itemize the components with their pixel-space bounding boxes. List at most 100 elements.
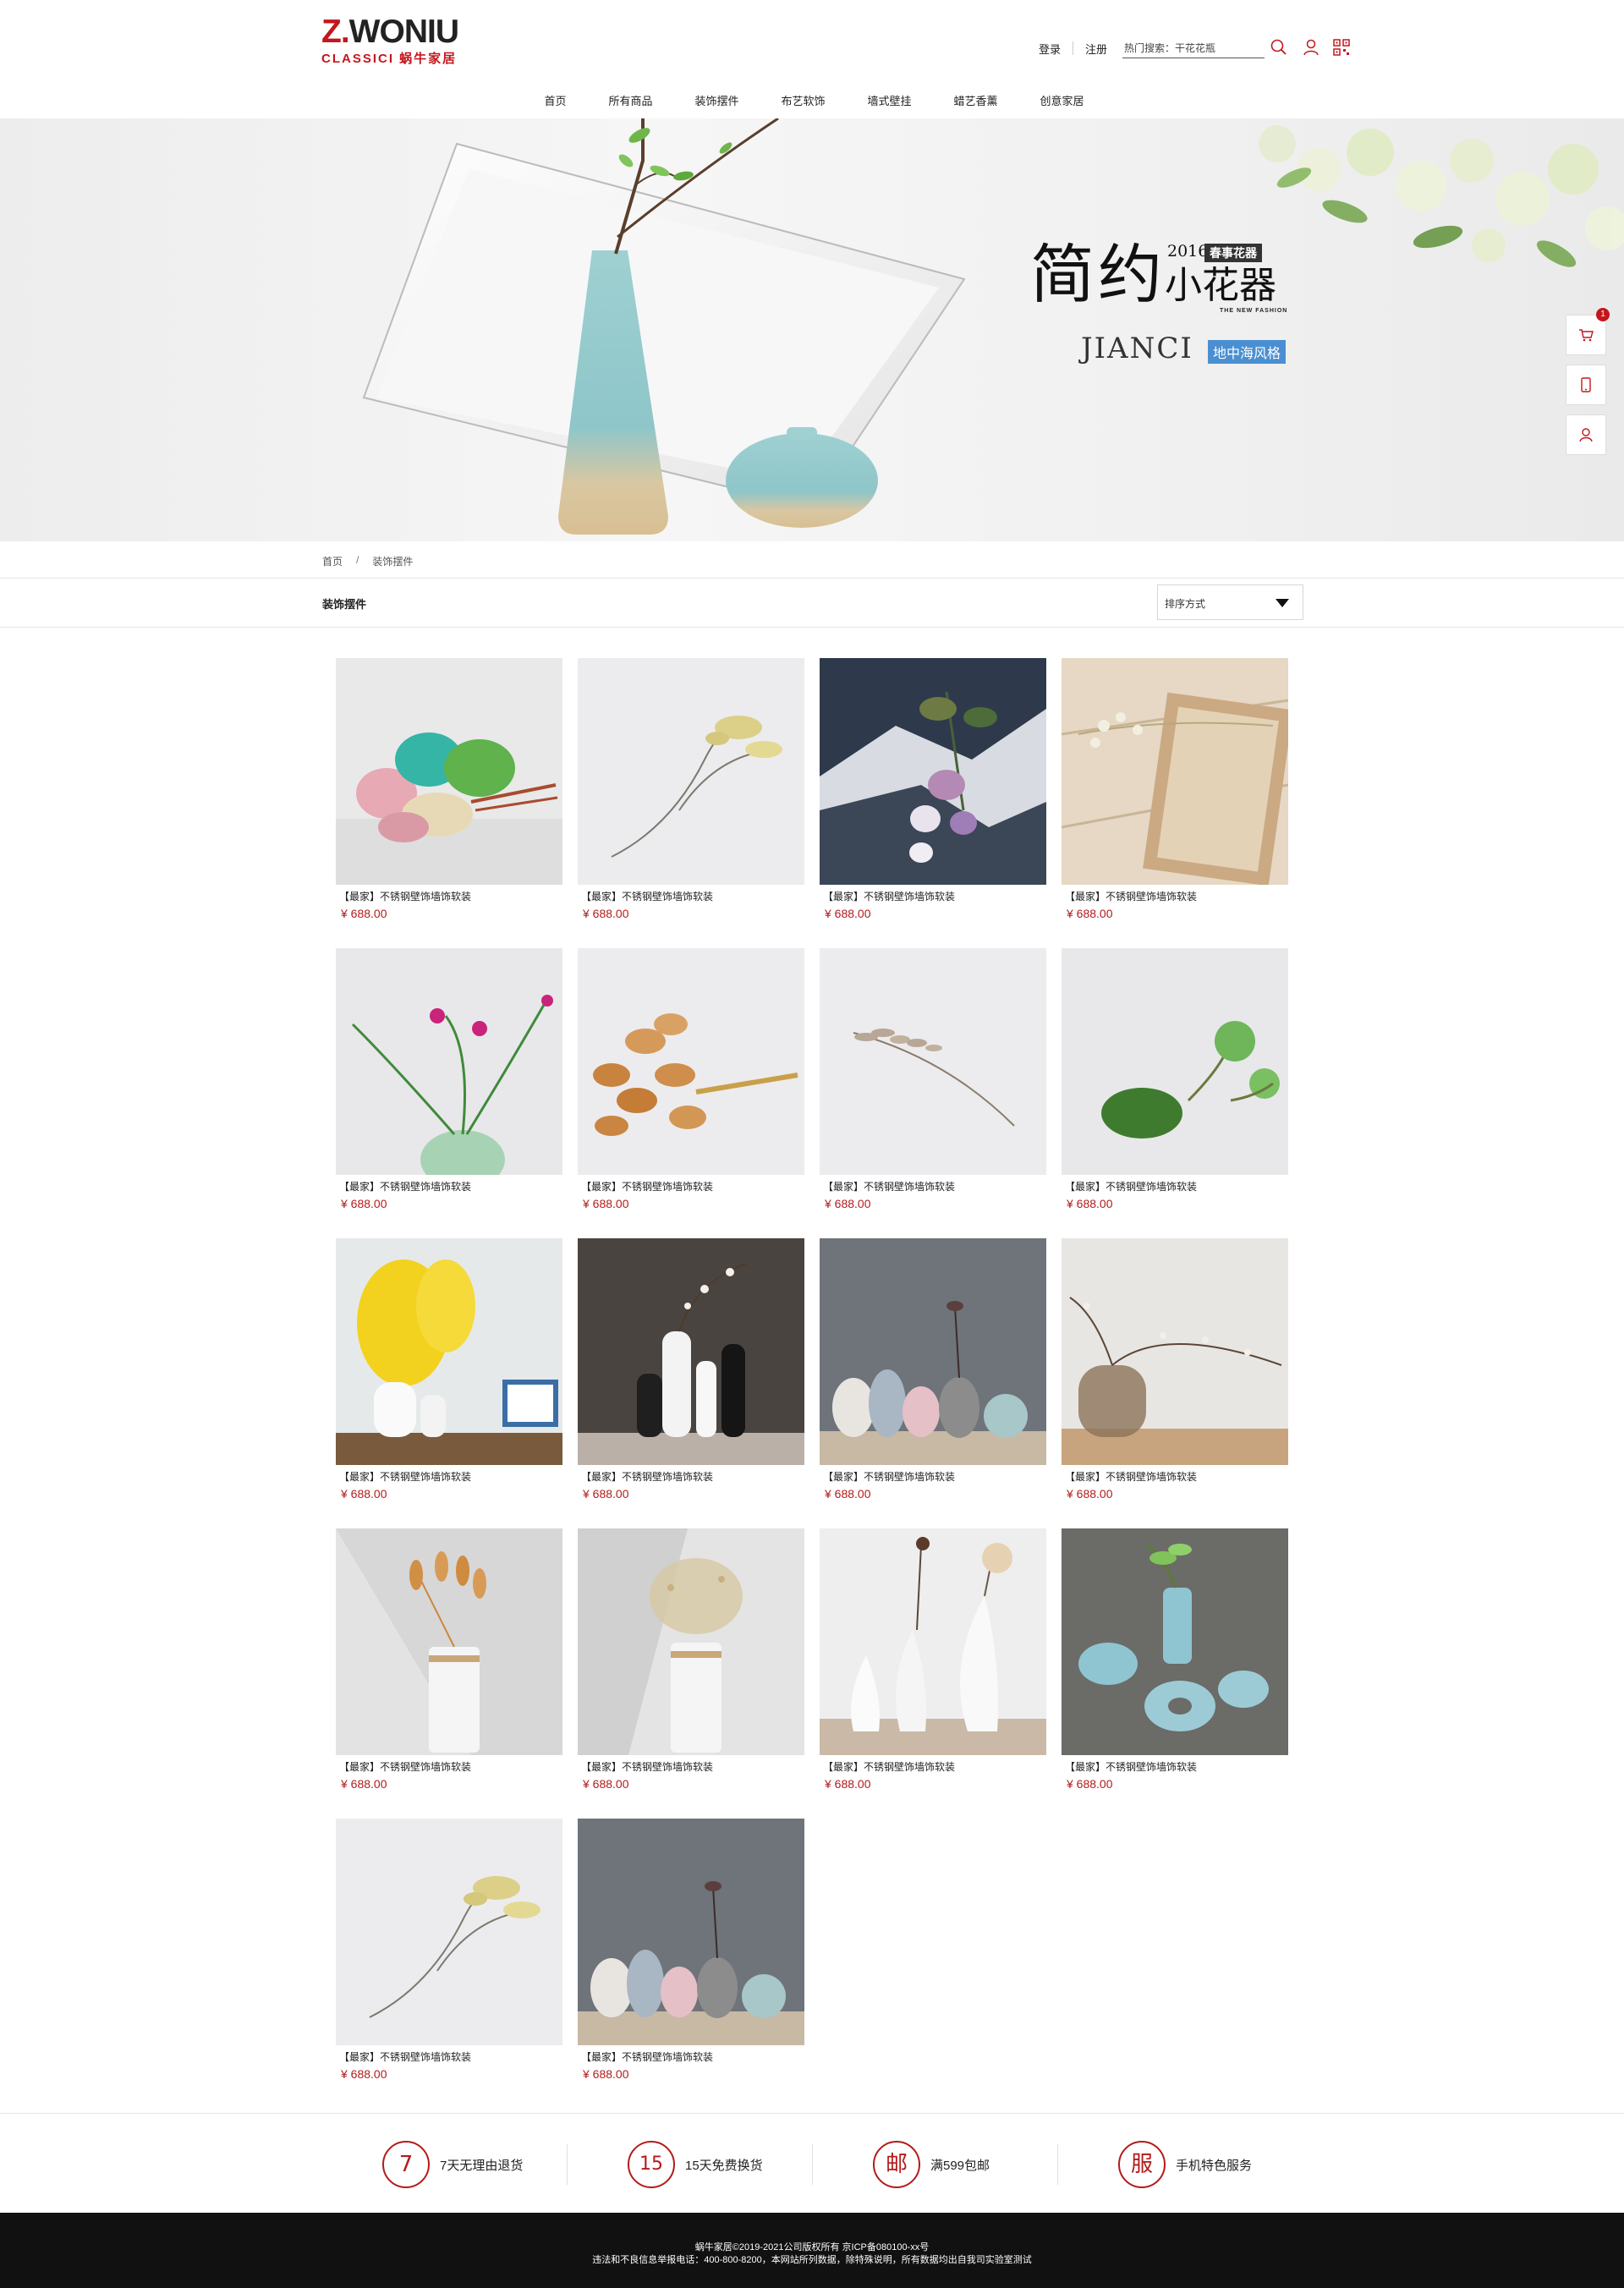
product-card[interactable]: 【最家】不锈钢壁饰墙饰软装 ¥ 688.00 [1062,948,1288,1219]
product-card[interactable]: 【最家】不锈钢壁饰墙饰软装 ¥ 688.00 [336,948,562,1219]
site-logo[interactable]: Z.WONIU CLASSICI 蜗牛家居 [321,15,474,69]
cart-icon [1579,329,1594,342]
product-card[interactable]: 【最家】不锈钢壁饰墙饰软装 ¥ 688.00 [336,658,562,929]
product-card[interactable]: 【最家】不锈钢壁饰墙饰软装 ¥ 688.00 [578,1819,804,2089]
product-image[interactable] [336,1528,562,1755]
product-image[interactable] [820,1238,1046,1465]
product-card[interactable]: 【最家】不锈钢壁饰墙饰软装 ¥ 688.00 [820,658,1046,929]
product-image[interactable] [336,1819,562,2045]
product-name[interactable]: 【最家】不锈钢壁饰墙饰软装 [823,889,955,903]
side-mobile-button[interactable] [1566,365,1606,405]
filter-bar: 装饰摆件 排序方式 [0,579,1624,628]
nav-textile[interactable]: 布艺软饰 [781,90,825,113]
user-icon [1579,428,1593,442]
banner-vase-illustration [362,118,1624,535]
service-mobile[interactable]: 服 手机特色服务 [1118,2141,1252,2188]
product-card[interactable]: 【最家】不锈钢壁饰墙饰软装 ¥ 688.00 [336,1528,562,1799]
product-name[interactable]: 【最家】不锈钢壁饰墙饰软装 [581,889,713,903]
product-name[interactable]: 【最家】不锈钢壁饰墙饰软装 [823,1469,955,1484]
white-vase-dried-image [578,1528,804,1755]
product-image[interactable] [578,658,804,885]
product-price: ¥ 688.00 [1067,907,1113,920]
dried-yellow-sprig-image [336,1819,562,2045]
product-name[interactable]: 【最家】不锈钢壁饰墙饰软装 [1065,1759,1197,1774]
breadcrumb-home[interactable]: 首页 [322,554,343,568]
hero-banner[interactable]: 简约 2016 春事花器 小花器 THE NEW FASHION JIANCI … [0,118,1624,541]
product-image[interactable] [578,1819,804,2045]
product-card[interactable]: 【最家】不锈钢壁饰墙饰软装 ¥ 688.00 [1062,1238,1288,1509]
product-card[interactable]: 【最家】不锈钢壁饰墙饰软装 ¥ 688.00 [820,948,1046,1219]
search-input[interactable] [1122,41,1234,54]
product-name[interactable]: 【最家】不锈钢壁饰墙饰软装 [1065,889,1197,903]
nav-decor[interactable]: 装饰摆件 [694,90,738,113]
service-label: 15天免费换货 [685,2158,763,2173]
product-card[interactable]: 【最家】不锈钢壁饰墙饰软装 ¥ 688.00 [578,1238,804,1509]
product-image[interactable] [1062,948,1288,1175]
product-name[interactable]: 【最家】不锈钢壁饰墙饰软装 [823,1759,955,1774]
product-image[interactable] [1062,658,1288,885]
service-shipping[interactable]: 邮 满599包邮 [873,2141,990,2188]
product-name[interactable]: 【最家】不锈钢壁饰墙饰软装 [581,1759,713,1774]
product-card[interactable]: 【最家】不锈钢壁饰墙饰软装 ¥ 688.00 [336,1819,562,2089]
main-nav: 首页 所有商品 装饰摆件 布艺软饰 墙式壁挂 蜡艺香薰 创意家居 [0,90,1624,113]
service-exchange[interactable]: 15 15天免费换货 [628,2141,763,2188]
product-name[interactable]: 【最家】不锈钢壁饰墙饰软装 [581,1469,713,1484]
product-card[interactable]: 【最家】不锈钢壁饰墙饰软装 ¥ 688.00 [820,1238,1046,1509]
mobile-icon [1581,377,1591,392]
product-image[interactable] [336,1238,562,1465]
product-image[interactable] [820,1528,1046,1755]
product-card[interactable]: 【最家】不锈钢壁饰墙饰软装 ¥ 688.00 [336,1238,562,1509]
nav-wall[interactable]: 墙式壁挂 [868,90,912,113]
product-card[interactable]: 【最家】不锈钢壁饰墙饰软装 ¥ 688.00 [1062,658,1288,929]
breadcrumb-current[interactable]: 装饰摆件 [372,554,413,568]
product-card[interactable]: 【最家】不锈钢壁饰墙饰软装 ¥ 688.00 [578,658,804,929]
product-price: ¥ 688.00 [583,1487,629,1501]
product-image[interactable] [578,1528,804,1755]
product-name[interactable]: 【最家】不锈钢壁饰墙饰软装 [581,1179,713,1193]
chevron-down-icon [1276,599,1289,607]
qr-code-icon[interactable] [1332,38,1351,57]
register-link[interactable]: 注册 [1085,41,1107,57]
product-image[interactable] [578,948,804,1175]
product-card[interactable]: 【最家】不锈钢壁饰墙饰软装 ¥ 688.00 [578,948,804,1219]
product-name[interactable]: 【最家】不锈钢壁饰墙饰软装 [339,889,471,903]
product-card[interactable]: 【最家】不锈钢壁饰墙饰软装 ¥ 688.00 [578,1528,804,1799]
banner-title: 简约 [1030,237,1166,312]
nav-creative[interactable]: 创意家居 [1040,90,1084,113]
nav-home[interactable]: 首页 [544,90,566,113]
product-image[interactable] [1062,1238,1288,1465]
side-user-button[interactable] [1566,414,1606,455]
product-image[interactable] [336,658,562,885]
product-name[interactable]: 【最家】不锈钢壁饰墙饰软装 [339,1469,471,1484]
product-name[interactable]: 【最家】不锈钢壁饰墙饰软装 [339,1179,471,1193]
product-name[interactable]: 【最家】不锈钢壁饰墙饰软装 [1065,1179,1197,1193]
login-link[interactable]: 登录 [1039,41,1061,57]
product-name[interactable]: 【最家】不锈钢壁饰墙饰软装 [1065,1469,1197,1484]
service-return[interactable]: 7 7天无理由退货 [382,2141,523,2188]
product-name[interactable]: 【最家】不锈钢壁饰墙饰软装 [581,2049,713,2064]
product-image[interactable] [1062,1528,1288,1755]
breadcrumb-separator: / [356,554,359,566]
product-price: ¥ 688.00 [825,1197,871,1210]
product-name[interactable]: 【最家】不锈钢壁饰墙饰软装 [339,1759,471,1774]
product-image[interactable] [336,948,562,1175]
ceramic-vase-group-image [578,1819,804,2045]
product-card[interactable]: 【最家】不锈钢壁饰墙饰软装 ¥ 688.00 [820,1528,1046,1799]
search-icon[interactable] [1270,38,1288,57]
product-name[interactable]: 【最家】不锈钢壁饰墙饰软装 [339,2049,471,2064]
pink-flowers-green-vase-image [336,948,562,1175]
side-cart-button[interactable]: 1 [1566,308,1610,355]
product-card[interactable]: 【最家】不锈钢壁饰墙饰软装 ¥ 688.00 [1062,1528,1288,1799]
nav-candle[interactable]: 蜡艺香薰 [954,90,998,113]
exchange-icon: 15 [628,2141,675,2188]
banner-brand-word: JIANCI [1081,332,1193,365]
product-price: ¥ 688.00 [583,2067,629,2081]
product-name[interactable]: 【最家】不锈钢壁饰墙饰软装 [823,1179,955,1193]
product-price: ¥ 688.00 [583,1197,629,1210]
product-image[interactable] [820,948,1046,1175]
product-image[interactable] [578,1238,804,1465]
nav-all-products[interactable]: 所有商品 [608,90,652,113]
user-icon[interactable] [1302,38,1320,57]
sort-dropdown[interactable]: 排序方式 [1157,584,1303,620]
product-image[interactable] [820,658,1046,885]
